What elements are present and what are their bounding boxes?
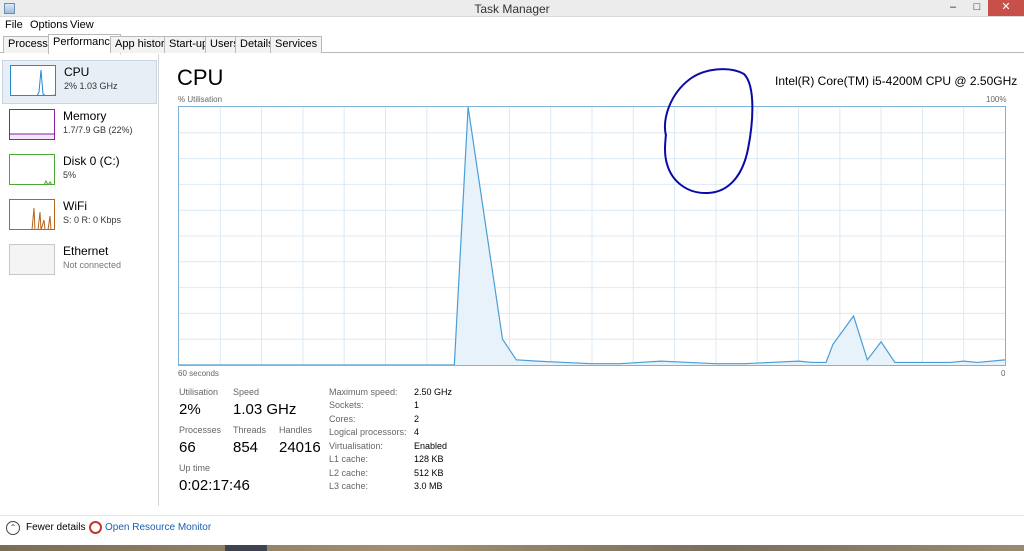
page-title: CPU <box>177 65 224 90</box>
sidebar-item-ethernet[interactable]: Ethernet Not connected <box>2 240 157 284</box>
spec-label: Logical processors: <box>329 427 407 437</box>
hand-drawn-annotation-circle <box>664 68 754 195</box>
handles-label: Handles <box>279 425 313 435</box>
sidebar-item-detail: 2% 1.03 GHz <box>64 81 118 91</box>
sidebar-item-disk[interactable]: Disk 0 (C:) 5% <box>2 150 157 194</box>
cpu-chart-svg <box>179 107 1005 365</box>
uptime-value: 0:02:17:46 <box>179 477 250 494</box>
sidebar-item-detail: S: 0 R: 0 Kbps <box>63 215 122 225</box>
wifi-thumbnail-graph <box>9 199 55 230</box>
sidebar-item-wifi[interactable]: WiFi S: 0 R: 0 Kbps <box>2 195 157 239</box>
uptime-label: Up time <box>179 463 211 473</box>
sidebar-item-label: Ethernet <box>63 244 109 258</box>
sidebar-item-cpu[interactable]: CPU 2% 1.03 GHz <box>2 60 157 104</box>
graph-x-zero-label: 0 <box>1001 369 1006 378</box>
tab-strip: Processes Performance App history Start-… <box>0 34 1024 54</box>
spec-value: 512 KB <box>414 468 444 478</box>
spec-label: L1 cache: <box>329 454 369 464</box>
cpu-thumbnail-graph <box>10 65 56 96</box>
menu-file[interactable]: File <box>5 19 23 31</box>
utilisation-label: Utilisation <box>179 387 219 397</box>
cpu-model-name: Intel(R) Core(TM) i5-4200M CPU @ 2.50GHz <box>775 74 1018 88</box>
sidebar-item-memory[interactable]: Memory 1.7/7.9 GB (22%) <box>2 105 157 149</box>
window-title: Task Manager <box>474 2 550 16</box>
spec-value: Enabled <box>414 441 448 451</box>
speed-value: 1.03 GHz <box>233 401 297 418</box>
sidebar-item-detail: 5% <box>63 170 77 180</box>
task-manager-window: Task Manager ‒ □ ✕ File Options View Pro… <box>0 0 1024 551</box>
spec-label: Virtualisation: <box>329 441 383 451</box>
spec-label: Cores: <box>329 414 356 424</box>
menu-options[interactable]: Options <box>30 19 68 31</box>
speed-label: Speed <box>233 387 260 397</box>
tab-services[interactable]: Services <box>270 36 323 53</box>
spec-value: 1 <box>414 400 420 410</box>
sidebar-item-detail: 1.7/7.9 GB (22%) <box>63 125 133 135</box>
cpu-utilisation-graph <box>178 106 1006 366</box>
sidebar-item-label: Memory <box>63 109 107 123</box>
minimize-button[interactable]: ‒ <box>944 0 962 16</box>
handles-value: 24016 <box>279 439 321 456</box>
menu-bar: File Options View <box>0 17 1024 34</box>
graph-y-axis-label: % Utilisation <box>178 95 223 104</box>
open-resource-monitor-link[interactable]: Open Resource Monitor <box>105 522 211 533</box>
maximize-button[interactable]: □ <box>968 0 986 16</box>
resource-monitor-icon[interactable] <box>89 521 102 534</box>
processes-label: Processes <box>179 425 222 435</box>
spec-value: 3.0 MB <box>414 481 443 491</box>
spec-value: 4 <box>414 427 420 437</box>
chevron-up-icon[interactable]: ⌃ <box>6 521 20 535</box>
sidebar-item-label: CPU <box>64 65 90 79</box>
resource-sidebar: CPU 2% 1.03 GHz Memory 1.7/7.9 GB (22%) … <box>0 54 159 506</box>
spec-label: Sockets: <box>329 400 364 410</box>
processes-value: 66 <box>179 439 196 456</box>
title-bar: Task Manager ‒ □ ✕ <box>0 0 1024 17</box>
close-button[interactable]: ✕ <box>988 0 1024 16</box>
sidebar-item-label: WiFi <box>63 199 87 213</box>
footer-bar: ⌃ Fewer details Open Resource Monitor <box>0 515 1024 539</box>
utilisation-value: 2% <box>179 401 201 418</box>
ethernet-thumbnail-graph <box>9 244 55 275</box>
threads-value: 854 <box>233 439 259 456</box>
sidebar-item-detail: Not connected <box>63 260 122 270</box>
disk-thumbnail-graph <box>9 154 55 185</box>
graph-y-max-label: 100% <box>986 95 1007 104</box>
desktop-taskbar-strip <box>0 545 1024 551</box>
memory-thumbnail-graph <box>9 109 55 140</box>
spec-label: Maximum speed: <box>329 387 398 397</box>
spec-value: 128 KB <box>414 454 444 464</box>
threads-label: Threads <box>233 425 267 435</box>
taskbar-button[interactable] <box>225 545 267 551</box>
spec-label: L2 cache: <box>329 468 369 478</box>
spec-value: 2.50 GHz <box>414 387 453 397</box>
menu-view[interactable]: View <box>70 19 94 31</box>
fewer-details-link[interactable]: Fewer details <box>26 522 85 533</box>
graph-time-span-label: 60 seconds <box>178 369 219 378</box>
sidebar-item-label: Disk 0 (C:) <box>63 154 120 168</box>
spec-label: L3 cache: <box>329 481 369 491</box>
spec-value: 2 <box>414 414 420 424</box>
